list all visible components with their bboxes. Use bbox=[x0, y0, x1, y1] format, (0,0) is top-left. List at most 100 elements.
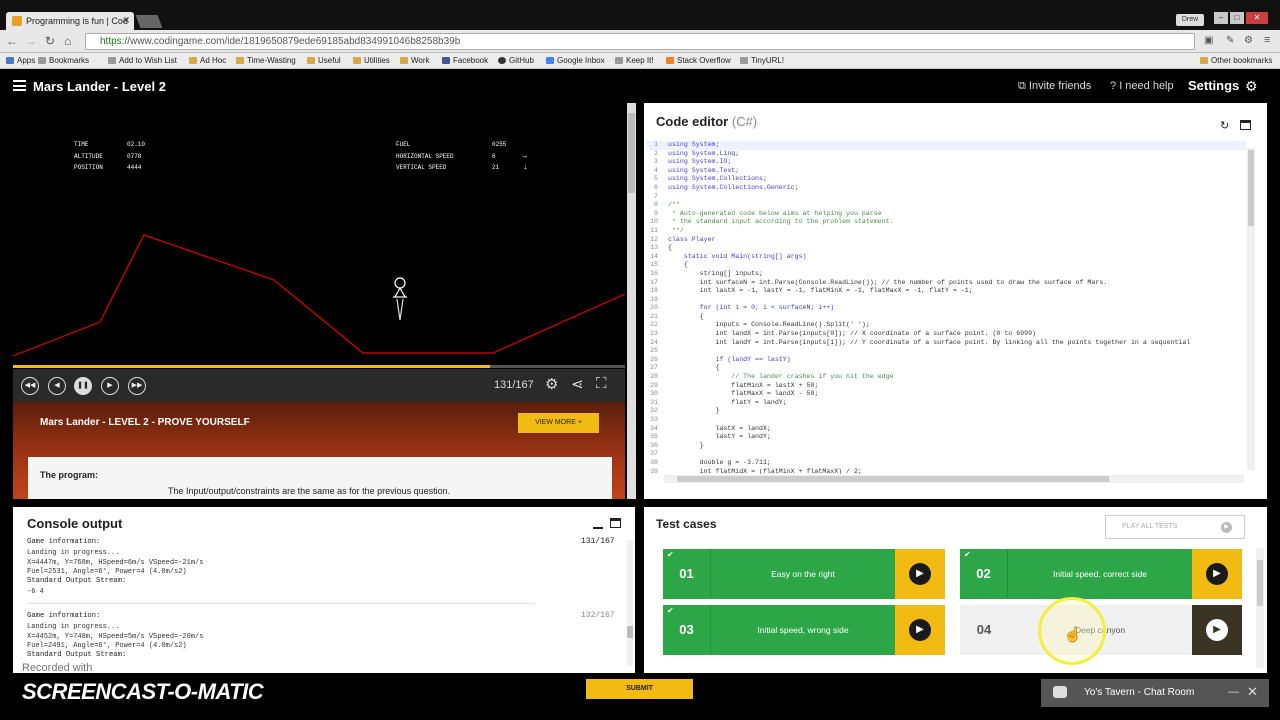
code-line[interactable]: 9 * Auto-generated code below aims at he… bbox=[646, 210, 1246, 219]
run-test-button[interactable]: ▶ bbox=[895, 549, 945, 599]
code-line[interactable]: 32 } bbox=[646, 407, 1246, 416]
hamburger-menu-icon[interactable] bbox=[13, 80, 26, 91]
close-chat-icon[interactable]: ✕ bbox=[1247, 684, 1258, 700]
code-line[interactable]: 25 bbox=[646, 347, 1246, 356]
run-test-button[interactable]: ▶ bbox=[1192, 605, 1242, 655]
code-line[interactable]: 38 double g = -3.711; bbox=[646, 459, 1246, 468]
chat-room-title[interactable]: Yo's Tavern - Chat Room bbox=[1084, 687, 1194, 698]
code-line[interactable]: 8 /** bbox=[646, 201, 1246, 210]
test-case[interactable]: ✔ 03 Initial speed, wrong side ▶ bbox=[663, 605, 945, 655]
code-line[interactable]: 2 using System.Linq; bbox=[646, 150, 1246, 159]
address-bar[interactable]: https://www.codingame.com/ide/1819650879… bbox=[85, 33, 1195, 50]
bookmark-item[interactable]: Facebook bbox=[442, 56, 488, 65]
code-line[interactable]: 19 bbox=[646, 296, 1246, 305]
code-line[interactable]: 22 inputs = Console.ReadLine().Split(' '… bbox=[646, 321, 1246, 330]
code-line[interactable]: 24 int landY = int.Parse(inputs[1]); // … bbox=[646, 339, 1246, 348]
test-cases-scrollbar[interactable] bbox=[1256, 548, 1264, 668]
bookmark-item[interactable]: Apps bbox=[6, 56, 35, 65]
maximize-editor-icon[interactable] bbox=[1240, 120, 1251, 130]
reload-icon[interactable]: ↻ bbox=[45, 34, 55, 48]
submit-button[interactable]: SUBMIT bbox=[586, 679, 693, 699]
code-line[interactable]: 5 using System.Collections; bbox=[646, 175, 1246, 184]
bookmark-item[interactable]: Google Inbox bbox=[546, 56, 605, 65]
bookmark-item[interactable]: Utilities bbox=[353, 56, 390, 65]
left-scrollbar[interactable] bbox=[627, 103, 636, 499]
code-line[interactable]: 1 using System; bbox=[646, 141, 1246, 150]
code-line[interactable]: 27 { bbox=[646, 364, 1246, 373]
extension-icon[interactable]: ✎ bbox=[1226, 35, 1234, 46]
code-line[interactable]: 35 lastY = landY; bbox=[646, 433, 1246, 442]
run-test-button[interactable]: ▶ bbox=[1192, 549, 1242, 599]
code-line[interactable]: 39 int flatMidX = (flatMinX + flatMaxX) … bbox=[646, 468, 1246, 474]
rewind-start-icon[interactable]: ◀◀ bbox=[21, 377, 39, 395]
scrollbar-thumb[interactable] bbox=[677, 476, 1109, 482]
code-line[interactable]: 28 // The lander crashes if you hit the … bbox=[646, 373, 1246, 382]
help-link[interactable]: ? I need help bbox=[1110, 80, 1174, 92]
play-all-tests-button[interactable]: PLAY ALL TESTS ▶ bbox=[1105, 515, 1245, 539]
maximize-console-icon[interactable] bbox=[610, 518, 621, 528]
fullscreen-icon[interactable]: ⛶ bbox=[596, 375, 607, 392]
close-tab-icon[interactable]: ✕ bbox=[122, 15, 130, 26]
view-more-button[interactable]: VIEW MORE + bbox=[518, 413, 599, 433]
code-area[interactable]: 1 using System; 2 using System.Linq; 3 using … bbox=[646, 141, 1246, 474]
code-line[interactable]: 33 bbox=[646, 416, 1246, 425]
code-line[interactable]: 16 string[] inputs; bbox=[646, 270, 1246, 279]
bookmark-item[interactable]: Work bbox=[400, 56, 430, 65]
code-line[interactable]: 29 flatMinX = lastX + 50; bbox=[646, 382, 1246, 391]
new-tab-button[interactable] bbox=[135, 15, 163, 28]
bookmark-item[interactable]: Time-Wasting bbox=[236, 56, 296, 65]
step-forward-icon[interactable]: ▶ bbox=[101, 377, 119, 395]
scrollbar-thumb[interactable] bbox=[1257, 560, 1263, 606]
invite-friends-link[interactable]: ⧉ Invite friends bbox=[1018, 80, 1091, 93]
code-line[interactable]: 31 flatY = landY; bbox=[646, 399, 1246, 408]
share-icon[interactable]: ⋖ bbox=[571, 375, 584, 393]
scrollbar-thumb[interactable] bbox=[628, 113, 635, 193]
settings-button[interactable]: Settings bbox=[1188, 78, 1239, 93]
settings-gear-icon[interactable]: ⚙ bbox=[1245, 78, 1258, 95]
code-line[interactable]: 30 flatMaxX = landX - 50; bbox=[646, 390, 1246, 399]
code-line[interactable]: 23 int landX = int.Parse(inputs[0]); // … bbox=[646, 330, 1246, 339]
test-case[interactable]: ✔ 02 Initial speed, correct side ▶ bbox=[960, 549, 1242, 599]
code-line[interactable]: 11 **/ bbox=[646, 227, 1246, 236]
extension-icon[interactable]: ▣ bbox=[1204, 35, 1213, 46]
viewer-settings-icon[interactable]: ⚙ bbox=[545, 375, 558, 393]
profile-badge[interactable]: Drew bbox=[1176, 14, 1204, 26]
code-line[interactable]: 36 } bbox=[646, 442, 1246, 451]
home-icon[interactable]: ⌂ bbox=[64, 34, 71, 48]
code-line[interactable]: 34 lastX = landX; bbox=[646, 425, 1246, 434]
code-line[interactable]: 6 using System.Collections.Generic; bbox=[646, 184, 1246, 193]
bookmark-item[interactable]: GitHub bbox=[498, 56, 534, 65]
code-line[interactable]: 21 { bbox=[646, 313, 1246, 322]
minimize-window-icon[interactable]: – bbox=[1214, 12, 1228, 24]
code-line[interactable]: 17 int surfaceN = int.Parse(Console.Read… bbox=[646, 279, 1246, 288]
code-line[interactable]: 15 { bbox=[646, 261, 1246, 270]
minimize-console-icon[interactable] bbox=[593, 521, 603, 529]
bookmark-item[interactable]: Bookmarks bbox=[38, 56, 89, 65]
extension-icon[interactable]: ⚙ bbox=[1244, 35, 1253, 46]
maximize-window-icon[interactable]: □ bbox=[1230, 12, 1244, 24]
chrome-menu-icon[interactable]: ≡ bbox=[1264, 34, 1270, 46]
reset-code-icon[interactable]: ↻ bbox=[1220, 119, 1229, 132]
skip-end-icon[interactable]: ▶▶ bbox=[128, 377, 146, 395]
scrollbar-thumb[interactable] bbox=[1248, 150, 1254, 226]
browser-tab[interactable]: Programming is fun | Cod ✕ bbox=[6, 12, 134, 30]
console-scrollbar[interactable] bbox=[627, 540, 633, 666]
editor-vertical-scrollbar[interactable] bbox=[1247, 148, 1255, 470]
bookmark-item[interactable]: TinyURL! bbox=[740, 56, 784, 65]
bookmark-item[interactable]: Ad Hoc bbox=[189, 56, 226, 65]
run-test-button[interactable]: ▶ bbox=[895, 605, 945, 655]
other-bookmarks[interactable]: Other bookmarks bbox=[1200, 56, 1272, 65]
step-back-icon[interactable]: ◀ bbox=[48, 377, 66, 395]
close-window-icon[interactable]: ✕ bbox=[1246, 12, 1268, 24]
minimize-chat-icon[interactable]: — bbox=[1228, 686, 1239, 698]
code-line[interactable]: 18 int lastX = -1, lastY = -1, flatMinX … bbox=[646, 287, 1246, 296]
code-line[interactable]: 10 * the standard input according to the… bbox=[646, 218, 1246, 227]
code-line[interactable]: 14 static void Main(string[] args) bbox=[646, 253, 1246, 262]
scrollbar-thumb[interactable] bbox=[627, 626, 633, 638]
code-line[interactable]: 20 for (int i = 0; i < surfaceN; i++) bbox=[646, 304, 1246, 313]
code-line[interactable]: 26 if (landY == lastY) bbox=[646, 356, 1246, 365]
code-line[interactable]: 4 using System.Text; bbox=[646, 167, 1246, 176]
code-line[interactable]: 13 { bbox=[646, 244, 1246, 253]
code-line[interactable]: 3 using System.IO; bbox=[646, 158, 1246, 167]
editor-horizontal-scrollbar[interactable] bbox=[664, 475, 1244, 483]
